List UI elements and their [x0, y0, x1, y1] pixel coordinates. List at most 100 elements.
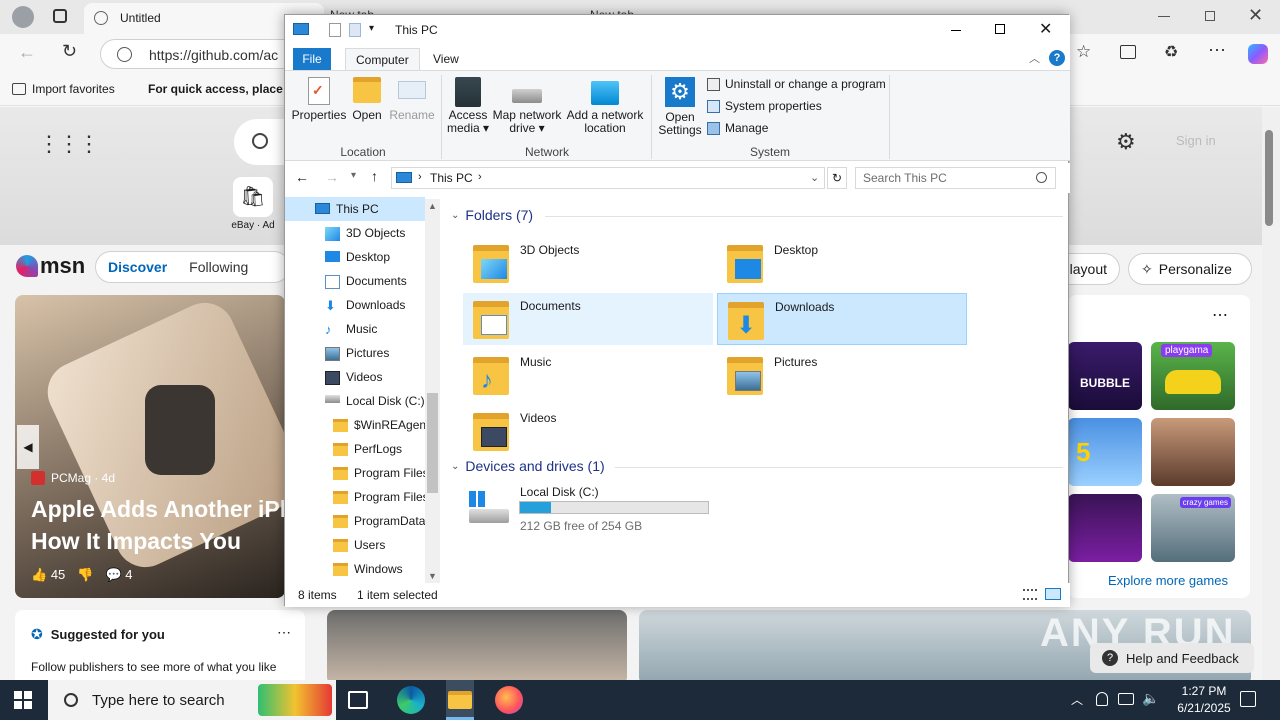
quick-access-newfolder-icon[interactable]	[349, 23, 361, 37]
ebay-shortcut[interactable]: 🛍 eBay · Ad	[228, 177, 278, 231]
taskbar-search[interactable]: Type here to search	[48, 680, 336, 720]
volume-icon[interactable]: 🔈	[1142, 690, 1159, 707]
extensions-icon[interactable]: ♻	[1164, 42, 1178, 62]
network-icon[interactable]	[1118, 693, 1134, 705]
close-icon[interactable]: ✕	[1039, 19, 1052, 39]
game-tile-bubble-shooter[interactable]: BUBBLE SHOOTER	[1068, 342, 1142, 472]
comment-button[interactable]: 💬 4	[105, 567, 132, 583]
apps-grid-icon[interactable]: ⋮⋮⋮	[38, 131, 100, 157]
tray-location-icon[interactable]	[1096, 692, 1108, 706]
import-favorites-button[interactable]: Import favorites	[12, 82, 115, 96]
open-button[interactable]: Open	[349, 77, 385, 122]
edge-taskbar-icon[interactable]	[397, 686, 425, 714]
favorites-star-icon[interactable]: ☆	[1076, 42, 1091, 62]
system-properties-button[interactable]: System properties	[707, 99, 822, 113]
devices-group-header[interactable]: ⌄ Devices and drives (1)	[451, 458, 605, 474]
nav-item[interactable]: $WinREAgent	[285, 413, 427, 437]
game-tile-story[interactable]	[1151, 418, 1235, 486]
tab-following[interactable]: Following	[189, 259, 248, 275]
search-box[interactable]: Search This PC	[855, 167, 1056, 189]
minimize-icon[interactable]	[951, 30, 961, 31]
collections-icon[interactable]	[1120, 45, 1136, 59]
copilot-icon[interactable]	[1248, 44, 1268, 64]
add-network-location-button[interactable]: Add a network location	[565, 77, 645, 135]
recent-dropdown-icon[interactable]: ▾	[351, 170, 356, 181]
restore-browser-icon[interactable]	[1205, 11, 1215, 21]
open-settings-button[interactable]: ⚙ Open Settings	[657, 77, 703, 137]
maximize-icon[interactable]	[995, 24, 1005, 34]
local-disk-item[interactable]: Local Disk (C:) 212 GB free of 254 GB	[463, 485, 723, 537]
nav-item[interactable]: ⬇ Downloads	[285, 293, 427, 317]
suggested-more-icon[interactable]: ⋯	[277, 624, 291, 641]
refresh-icon[interactable]: ↻	[827, 167, 847, 189]
news-image-card[interactable]	[327, 610, 627, 685]
nav-item[interactable]: ProgramData	[285, 509, 427, 533]
collapse-ribbon-icon[interactable]: ︿	[1029, 50, 1040, 66]
nav-item[interactable]: 3D Objects	[285, 221, 427, 245]
more-icon[interactable]: ⋯	[1208, 40, 1226, 61]
tab-actions-icon[interactable]	[53, 9, 67, 23]
up-icon[interactable]: ↑	[371, 168, 378, 184]
firefox-taskbar-icon[interactable]	[495, 686, 523, 714]
refresh-icon[interactable]: ↻	[62, 41, 77, 62]
quick-access-dropdown-icon[interactable]: ▾	[369, 23, 374, 34]
nav-scrollbar-thumb[interactable]	[427, 393, 438, 493]
folder-item[interactable]: Videos	[463, 405, 713, 457]
game-tile-crazy[interactable]: crazy games	[1151, 494, 1235, 562]
nav-item[interactable]: Program Files	[285, 485, 427, 509]
nav-item[interactable]: Windows	[285, 557, 427, 581]
nav-item[interactable]: Desktop	[285, 245, 427, 269]
game-tile-racing[interactable]: playgama	[1151, 342, 1235, 410]
help-icon[interactable]: ?	[1049, 50, 1065, 66]
scroll-up-icon[interactable]: ▲	[428, 201, 437, 211]
nav-item[interactable]: Videos	[285, 365, 427, 389]
folder-item[interactable]: Desktop	[717, 237, 967, 289]
web-search-box[interactable]	[234, 119, 284, 165]
explore-more-games-link[interactable]: Explore more games	[1108, 573, 1228, 588]
large-icons-view-icon[interactable]	[1045, 588, 1061, 600]
forward-icon[interactable]: →	[325, 169, 339, 185]
site-info-icon[interactable]	[117, 47, 132, 62]
tray-chevron-icon[interactable]: ︿	[1071, 691, 1083, 708]
page-scrollbar-thumb[interactable]	[1265, 130, 1273, 226]
games-more-icon[interactable]: ⋯	[1212, 305, 1228, 325]
hero-article-card[interactable]: ◀ PCMag · 4d Apple Adds Another iPh How …	[15, 295, 285, 598]
rename-button[interactable]: Rename	[389, 77, 435, 122]
tab-file[interactable]: File	[293, 48, 331, 70]
minimize-browser-icon[interactable]	[1158, 16, 1170, 17]
nav-item[interactable]: ♪ Music	[285, 317, 427, 341]
folder-item[interactable]: 3D Objects	[463, 237, 713, 289]
sign-in-link[interactable]: Sign in	[1176, 133, 1216, 148]
help-feedback-button[interactable]: ? Help and Feedback	[1090, 643, 1254, 673]
map-network-drive-button[interactable]: Map network drive ▾	[491, 77, 563, 135]
personalize-button[interactable]: ✧ Personalize	[1128, 253, 1252, 285]
folder-item[interactable]: ♪ Music	[463, 349, 713, 401]
breadcrumb-this-pc[interactable]: This PC	[430, 171, 473, 185]
address-box[interactable]: › This PC › ⌄	[391, 167, 825, 189]
folder-item[interactable]: ⬇ Downloads	[717, 293, 967, 345]
dislike-icon[interactable]: 👎	[77, 567, 93, 583]
settings-gear-icon[interactable]: ⚙	[1116, 129, 1136, 155]
folder-item[interactable]: Documents	[463, 293, 713, 345]
like-button[interactable]: 👍 45	[31, 567, 65, 583]
msn-logo[interactable]: msn	[16, 253, 85, 279]
tab-discover[interactable]: Discover	[108, 259, 167, 275]
folders-group-header[interactable]: ⌄ Folders (7)	[451, 207, 533, 223]
scroll-down-icon[interactable]: ▼	[428, 571, 437, 581]
game-tile-shark[interactable]: 5	[1068, 418, 1142, 486]
details-view-icon[interactable]	[1023, 589, 1037, 600]
access-media-button[interactable]: Access media ▾	[445, 77, 491, 135]
nav-item[interactable]: This PC	[285, 197, 425, 221]
tab-computer[interactable]: Computer	[345, 48, 420, 70]
close-browser-icon[interactable]: ✕	[1248, 5, 1263, 26]
explorer-title-bar[interactable]: ▾ This PC ✕	[285, 15, 1070, 46]
nav-item[interactable]: Users	[285, 533, 427, 557]
game-tile-sort[interactable]	[1068, 494, 1142, 562]
clock-time[interactable]: 1:27 PM	[1174, 684, 1234, 698]
file-explorer-taskbar-icon[interactable]	[446, 680, 474, 720]
manage-button[interactable]: Manage	[707, 121, 768, 135]
start-button[interactable]	[14, 691, 32, 709]
uninstall-program-button[interactable]: Uninstall or change a program	[707, 77, 886, 91]
nav-item[interactable]: PerfLogs	[285, 437, 427, 461]
nav-item[interactable]: Local Disk (C:)	[285, 389, 427, 413]
